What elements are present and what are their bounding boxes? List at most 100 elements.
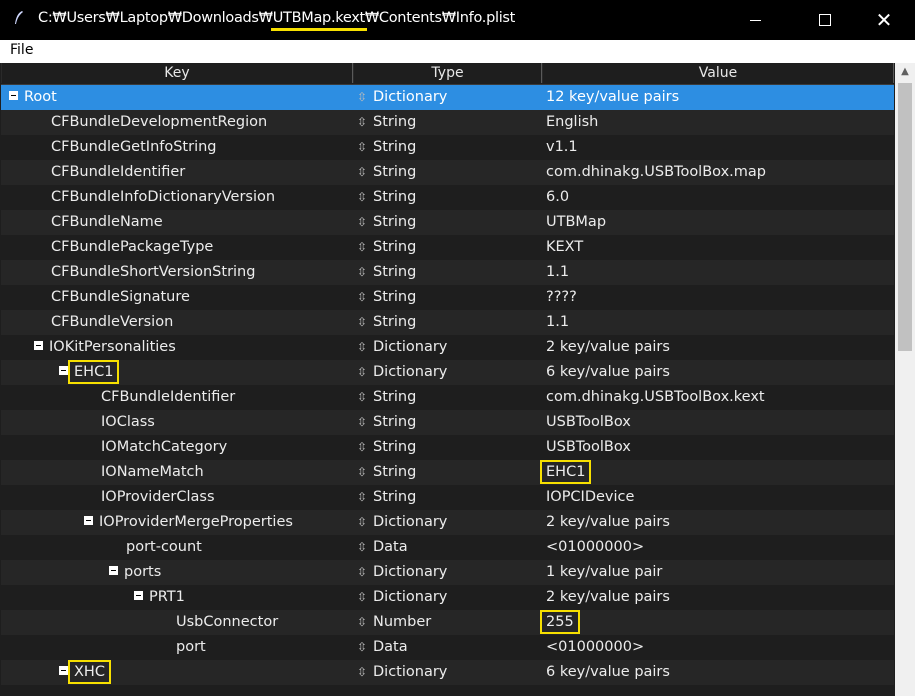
type-stepper-icon[interactable]: ⇳ xyxy=(357,510,367,535)
table-row[interactable]: XHC ⇳ Dictionary 6 key/value pairs xyxy=(1,660,894,685)
type-stepper-icon[interactable]: ⇳ xyxy=(357,460,367,485)
value-cell[interactable]: 6 key/value pairs xyxy=(546,360,894,385)
table-row[interactable]: CFBundleIdentifier ⇳ String com.dhinakg.USB… xyxy=(1,160,894,185)
value-cell[interactable]: 1 key/value pair xyxy=(546,560,894,585)
type-cell[interactable]: ⇳ String xyxy=(357,310,537,335)
collapse-icon[interactable] xyxy=(84,516,93,525)
table-row[interactable]: CFBundleVersion ⇳ String 1.1 xyxy=(1,310,894,335)
table-row[interactable]: CFBundlePackageType ⇳ String KEXT xyxy=(1,235,894,260)
type-cell[interactable]: ⇳ Data xyxy=(357,635,537,660)
type-cell[interactable]: ⇳ String xyxy=(357,135,537,160)
value-cell[interactable]: ???? xyxy=(546,285,894,310)
table-row[interactable]: CFBundleName ⇳ String UTBMap xyxy=(1,210,894,235)
type-stepper-icon[interactable]: ⇳ xyxy=(357,660,367,685)
table-row[interactable]: ports ⇳ Dictionary 1 key/value pair xyxy=(1,560,894,585)
type-stepper-icon[interactable]: ⇳ xyxy=(357,435,367,460)
type-stepper-icon[interactable]: ⇳ xyxy=(357,585,367,610)
type-stepper-icon[interactable]: ⇳ xyxy=(357,410,367,435)
value-cell[interactable]: English xyxy=(546,110,894,135)
type-stepper-icon[interactable]: ⇳ xyxy=(357,85,367,110)
type-cell[interactable]: ⇳ Dictionary xyxy=(357,560,537,585)
type-stepper-icon[interactable]: ⇳ xyxy=(357,485,367,510)
type-stepper-icon[interactable]: ⇳ xyxy=(357,110,367,135)
type-stepper-icon[interactable]: ⇳ xyxy=(357,335,367,360)
type-cell[interactable]: ⇳ Dictionary xyxy=(357,85,537,110)
table-row[interactable]: IOProviderMergeProperties ⇳ Dictionary 2 ke… xyxy=(1,510,894,535)
type-cell[interactable]: ⇳ String xyxy=(357,435,537,460)
menu-file[interactable]: File xyxy=(10,42,33,58)
value-cell[interactable]: <01000000> xyxy=(546,535,894,560)
type-stepper-icon[interactable]: ⇳ xyxy=(357,635,367,660)
type-stepper-icon[interactable]: ⇳ xyxy=(357,560,367,585)
collapse-icon[interactable] xyxy=(59,666,68,675)
collapse-icon[interactable] xyxy=(109,566,118,575)
type-cell[interactable]: ⇳ Data xyxy=(357,535,537,560)
table-row[interactable]: UsbConnector ⇳ Number 255 xyxy=(1,610,894,635)
scrollbar-thumb[interactable] xyxy=(898,83,912,351)
type-stepper-icon[interactable]: ⇳ xyxy=(357,310,367,335)
type-cell[interactable]: ⇳ String xyxy=(357,460,537,485)
value-cell[interactable]: USBToolBox xyxy=(546,435,894,460)
type-stepper-icon[interactable]: ⇳ xyxy=(357,210,367,235)
maximize-button[interactable] xyxy=(802,0,848,40)
minimize-button[interactable] xyxy=(732,0,778,40)
value-cell[interactable]: 2 key/value pairs xyxy=(546,510,894,535)
value-cell[interactable]: 1.1 xyxy=(546,310,894,335)
value-cell[interactable]: 255 xyxy=(540,610,894,635)
type-cell[interactable]: ⇳ String xyxy=(357,485,537,510)
table-row[interactable]: Root ⇳ Dictionary 12 key/value pairs xyxy=(1,85,894,110)
table-row[interactable]: port-count ⇳ Data <01000000> xyxy=(1,535,894,560)
table-row[interactable]: CFBundleIdentifier ⇳ String com.dhinakg.USB… xyxy=(1,385,894,410)
value-cell[interactable]: 6 key/value pairs xyxy=(546,660,894,685)
table-row[interactable]: CFBundleGetInfoString ⇳ String v1.1 xyxy=(1,135,894,160)
table-row[interactable]: IOProviderClass ⇳ String IOPCIDevice xyxy=(1,485,894,510)
table-row[interactable]: PRT1 ⇳ Dictionary 2 key/value pairs xyxy=(1,585,894,610)
type-cell[interactable]: ⇳ String xyxy=(357,235,537,260)
type-cell[interactable]: ⇳ Dictionary xyxy=(357,660,537,685)
type-stepper-icon[interactable]: ⇳ xyxy=(357,610,367,635)
value-cell[interactable]: 2 key/value pairs xyxy=(546,585,894,610)
type-cell[interactable]: ⇳ Dictionary xyxy=(357,585,537,610)
type-cell[interactable]: ⇳ String xyxy=(357,385,537,410)
collapse-icon[interactable] xyxy=(59,366,68,375)
value-cell[interactable]: USBToolBox xyxy=(546,410,894,435)
type-stepper-icon[interactable]: ⇳ xyxy=(357,360,367,385)
value-cell[interactable]: 1.1 xyxy=(546,260,894,285)
collapse-icon[interactable] xyxy=(9,91,18,100)
type-cell[interactable]: ⇳ Number xyxy=(357,610,537,635)
type-stepper-icon[interactable]: ⇳ xyxy=(357,285,367,310)
table-row[interactable]: EHC1 ⇳ Dictionary 6 key/value pairs xyxy=(1,360,894,385)
value-cell[interactable]: EHC1 xyxy=(540,460,894,485)
table-row[interactable]: IOClass ⇳ String USBToolBox xyxy=(1,410,894,435)
close-button[interactable]: ✕ xyxy=(861,0,907,40)
value-cell[interactable]: 6.0 xyxy=(546,185,894,210)
table-row[interactable]: IONameMatch ⇳ String EHC1 xyxy=(1,460,894,485)
table-row[interactable]: IOMatchCategory ⇳ String USBToolBox xyxy=(1,435,894,460)
table-row[interactable]: CFBundleDevelopmentRegion ⇳ String English xyxy=(1,110,894,135)
type-stepper-icon[interactable]: ⇳ xyxy=(357,385,367,410)
type-cell[interactable]: ⇳ String xyxy=(357,185,537,210)
type-cell[interactable]: ⇳ String xyxy=(357,285,537,310)
type-stepper-icon[interactable]: ⇳ xyxy=(357,260,367,285)
table-row[interactable]: port ⇳ Data <01000000> xyxy=(1,635,894,660)
value-cell[interactable]: 2 key/value pairs xyxy=(546,335,894,360)
value-cell[interactable]: UTBMap xyxy=(546,210,894,235)
table-row[interactable]: CFBundleSignature ⇳ String???? xyxy=(1,285,894,310)
collapse-icon[interactable] xyxy=(34,341,43,350)
value-cell[interactable]: com.dhinakg.USBToolBox.map xyxy=(546,160,894,185)
type-cell[interactable]: ⇳ Dictionary xyxy=(357,360,537,385)
table-row[interactable]: IOKitPersonalities ⇳ Dictionary 2 key/value… xyxy=(1,335,894,360)
vertical-scrollbar[interactable]: ▲ xyxy=(895,63,915,696)
type-cell[interactable]: ⇳ Dictionary xyxy=(357,510,537,535)
type-stepper-icon[interactable]: ⇳ xyxy=(357,185,367,210)
value-cell[interactable]: <01000000> xyxy=(546,635,894,660)
column-header-value[interactable]: Value xyxy=(542,63,894,83)
column-header-key[interactable]: Key xyxy=(1,63,353,83)
type-cell[interactable]: ⇳ String xyxy=(357,160,537,185)
type-cell[interactable]: ⇳ String xyxy=(357,110,537,135)
type-stepper-icon[interactable]: ⇳ xyxy=(357,135,367,160)
value-cell[interactable]: KEXT xyxy=(546,235,894,260)
scroll-up-icon[interactable]: ▲ xyxy=(895,63,915,80)
value-cell[interactable]: 12 key/value pairs xyxy=(546,85,894,110)
type-cell[interactable]: ⇳ String xyxy=(357,260,537,285)
